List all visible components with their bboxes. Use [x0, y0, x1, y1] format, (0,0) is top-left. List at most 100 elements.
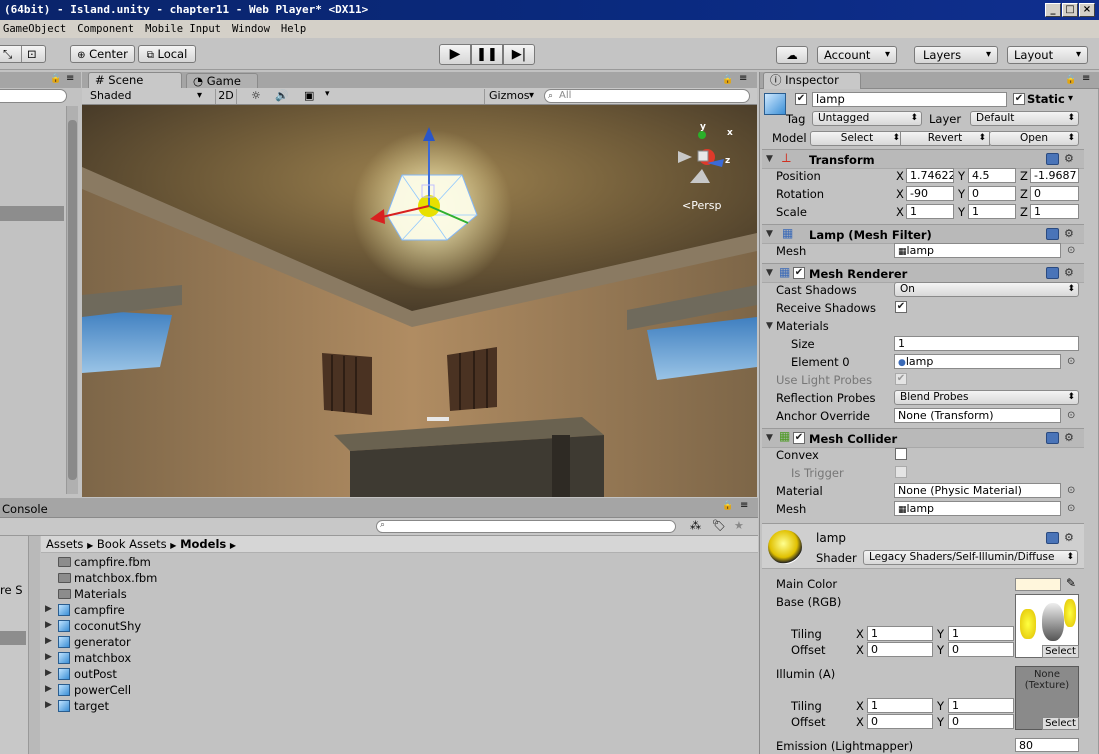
cast-shadows-dropdown[interactable]: On [894, 282, 1079, 297]
tag-dropdown[interactable]: Untagged [812, 111, 922, 126]
inspector-lock-icon[interactable]: 🔒 [1065, 75, 1076, 85]
object-picker-icon[interactable]: ⊙ [1067, 410, 1075, 421]
illumin-texture-slot[interactable]: None (Texture) Select [1015, 666, 1079, 730]
model-revert-button[interactable]: Revert [900, 131, 990, 146]
effects-dropdown-icon[interactable]: ▾ [325, 89, 330, 99]
account-dropdown[interactable]: Account [817, 46, 897, 64]
eyedropper-icon[interactable]: ✎ [1066, 576, 1076, 590]
inspector-menu-icon[interactable]: ≡ [1082, 73, 1090, 84]
project-menu-icon[interactable]: ≡ [740, 500, 748, 511]
is-trigger-checkbox[interactable] [895, 466, 907, 478]
gizmos-dropdown[interactable]: Gizmos [484, 89, 540, 104]
collapse-arrow-icon[interactable]: ▼ [766, 229, 773, 239]
object-picker-icon[interactable]: ⊙ [1067, 356, 1075, 367]
minimize-button[interactable]: _ [1045, 3, 1061, 17]
persp-label[interactable]: <Persp [682, 199, 721, 212]
collapse-arrow-icon[interactable]: ▼ [766, 154, 773, 164]
main-color-swatch[interactable] [1015, 578, 1061, 591]
tab-inspector[interactable]: ⓘ Inspector [763, 72, 861, 89]
play-button[interactable]: ▶ [439, 44, 471, 65]
lighting-toggle-icon[interactable]: ☼ [251, 89, 261, 102]
object-picker-icon[interactable]: ⊙ [1067, 245, 1075, 256]
scale-z-field[interactable]: 1 [1030, 204, 1079, 219]
shader-dropdown[interactable]: Legacy Shaders/Self-Illumin/Diffuse [863, 550, 1078, 565]
menu-mobile-input[interactable]: Mobile Input [145, 23, 221, 35]
project-search-input[interactable]: ⌕ [376, 520, 676, 533]
materials-expand-arrow-icon[interactable]: ▼ [766, 321, 773, 331]
mesh-object-field[interactable]: ▦lamp [894, 243, 1061, 258]
illumin-offset-y-field[interactable]: 0 [948, 714, 1014, 729]
menu-help[interactable]: Help [281, 23, 306, 35]
rotation-z-field[interactable]: 0 [1030, 186, 1079, 201]
gear-icon[interactable]: ⚙ [1064, 431, 1074, 444]
rotation-x-field[interactable]: -90 [906, 186, 954, 201]
mesh-renderer-header[interactable]: ▼ ▦ ✔ Mesh Renderer ⚙ [762, 263, 1084, 283]
base-texture-slot[interactable]: Select [1015, 594, 1079, 658]
position-x-field[interactable]: 1.74622 [906, 168, 954, 183]
project-lock-icon[interactable]: 🔒 [722, 501, 733, 511]
model-open-button[interactable]: Open [989, 131, 1079, 146]
scene-lock-icon[interactable]: 🔒 [722, 75, 733, 85]
collider-material-field[interactable]: None (Physic Material) [894, 483, 1061, 498]
collapse-arrow-icon[interactable]: ▼ [766, 268, 773, 278]
mesh-filter-header[interactable]: ▼ ▦ Lamp (Mesh Filter) ⚙ [762, 224, 1084, 244]
expand-arrow-icon[interactable]: ▶ [45, 652, 52, 662]
base-texture-select-button[interactable]: Select [1042, 645, 1079, 658]
mesh-collider-header[interactable]: ▼ ▦ ✔ Mesh Collider ⚙ [762, 428, 1084, 448]
object-picker-icon[interactable]: ⊙ [1067, 503, 1075, 514]
use-light-probes-checkbox[interactable]: ✔ [895, 373, 907, 385]
menu-gameobject[interactable]: GameObject [3, 23, 66, 35]
hierarchy-selected-row[interactable] [0, 206, 64, 221]
tab-scene[interactable]: # Scene [88, 72, 182, 89]
menu-window[interactable]: Window [232, 23, 270, 35]
scale-y-field[interactable]: 1 [968, 204, 1016, 219]
tab-console[interactable]: Console [2, 502, 48, 516]
model-select-button[interactable]: Select [810, 131, 904, 146]
tab-game[interactable]: ◔ Game [186, 73, 258, 89]
layers-dropdown[interactable]: Layers [914, 46, 998, 64]
scene-search-input[interactable]: ⌕ All [544, 89, 750, 103]
position-y-field[interactable]: 4.5 [968, 168, 1016, 183]
gear-icon[interactable]: ⚙ [1064, 152, 1074, 165]
maximize-button[interactable]: □ [1062, 3, 1078, 17]
rect-tool-icon[interactable]: ⊡ [21, 46, 37, 62]
rotation-y-field[interactable]: 0 [968, 186, 1016, 201]
expand-arrow-icon[interactable]: ▶ [45, 700, 52, 710]
object-picker-icon[interactable]: ⊙ [1067, 485, 1075, 496]
anchor-override-field[interactable]: None (Transform) [894, 408, 1061, 423]
favorites-star-icon[interactable]: ★ [734, 519, 744, 532]
help-icon[interactable] [1046, 228, 1059, 240]
scene-viewport[interactable]: z x y <Persp [82, 105, 757, 497]
element0-field[interactable]: ●lamp [894, 354, 1061, 369]
object-name-field[interactable]: lamp [812, 92, 1007, 107]
offset-x-field[interactable]: 0 [867, 642, 933, 657]
offset-y-field[interactable]: 0 [948, 642, 1014, 657]
tree-selected-row[interactable] [0, 631, 26, 645]
illumin-tiling-x-field[interactable]: 1 [867, 698, 933, 713]
transform-header[interactable]: ▼ ⟂ Transform ⚙ [762, 149, 1084, 169]
breadcrumb-models[interactable]: Models [180, 537, 226, 551]
panel-menu-icon[interactable]: ≡ [66, 73, 74, 84]
mesh-renderer-enabled-checkbox[interactable]: ✔ [793, 267, 805, 279]
static-dropdown-icon[interactable]: ▾ [1068, 93, 1073, 104]
hierarchy-search[interactable] [0, 89, 67, 103]
breadcrumb-book-assets[interactable]: Book Assets [97, 537, 167, 551]
convex-checkbox[interactable] [895, 448, 907, 460]
breadcrumb-assets[interactable]: Assets [46, 537, 83, 551]
scale-tool-icon[interactable]: ⤡ [3, 46, 12, 62]
expand-arrow-icon[interactable]: ▶ [45, 620, 52, 630]
layer-dropdown[interactable]: Default [970, 111, 1079, 126]
mesh-collider-enabled-checkbox[interactable]: ✔ [793, 432, 805, 444]
help-icon[interactable] [1046, 432, 1059, 444]
shading-mode-dropdown[interactable]: Shaded [90, 89, 208, 104]
illumin-texture-select-button[interactable]: Select [1042, 717, 1079, 730]
2d-toggle[interactable]: 2D [215, 89, 237, 104]
help-icon[interactable] [1046, 267, 1059, 279]
effects-toggle-icon[interactable]: ▣ [304, 89, 314, 102]
expand-arrow-icon[interactable]: ▶ [45, 604, 52, 614]
collapse-arrow-icon[interactable]: ▼ [766, 433, 773, 443]
help-icon[interactable] [1046, 153, 1059, 165]
emission-field[interactable]: 80 [1015, 738, 1079, 752]
filter-by-label-icon[interactable]: 🏷 [712, 519, 726, 532]
pivot-local-button[interactable]: ⧉ Local [138, 45, 196, 63]
